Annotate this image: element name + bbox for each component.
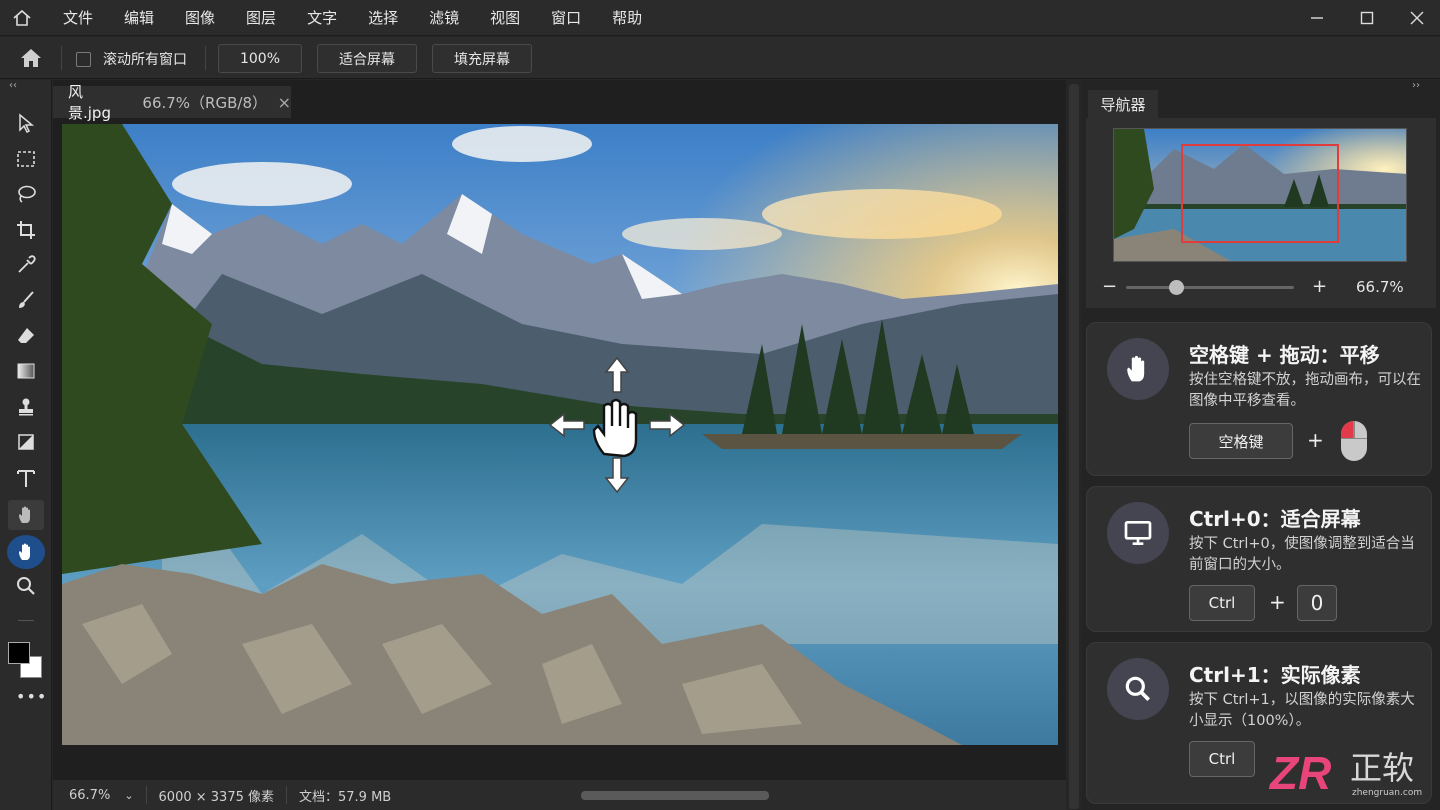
watermark-brand: 正软 [1350, 749, 1414, 787]
watermark-logo: ZR 正软 zhengruan.com [1268, 745, 1438, 805]
zoom-out-icon[interactable]: − [1102, 276, 1117, 297]
image-canvas[interactable] [62, 124, 1058, 745]
scroll-all-label: 滚动所有窗口 [103, 52, 187, 68]
magnifier-icon [1107, 658, 1169, 720]
plus-sign: + [1269, 590, 1286, 614]
navigator-tab[interactable]: 导航器 [1088, 90, 1158, 118]
gradient-tool-icon[interactable] [8, 356, 44, 386]
status-zoom[interactable]: 66.7% [69, 788, 110, 803]
menu-edit[interactable]: 编辑 [124, 7, 154, 28]
tip-title: Ctrl+1：实际像素 [1189, 663, 1361, 687]
menu-image[interactable]: 图像 [185, 7, 215, 28]
active-hand-tool-icon[interactable] [7, 535, 45, 569]
crop-tool-icon[interactable] [8, 215, 44, 245]
menu-window[interactable]: 窗口 [551, 7, 581, 28]
plus-sign: + [1307, 428, 1324, 452]
tip-card-fit-screen: Ctrl+0：适合屏幕 按下 Ctrl+0，使图像调整到适合当前窗口的大小。 C… [1086, 486, 1432, 632]
ctrl-key: Ctrl [1189, 585, 1255, 621]
ctrl-key: Ctrl [1189, 741, 1255, 777]
watermark-logo-text: ZR [1268, 747, 1331, 799]
status-dimensions: 6000 × 3375 像素 [158, 789, 274, 805]
tip-title: Ctrl+0：适合屏幕 [1189, 507, 1361, 531]
more-tools-icon[interactable]: ••• [16, 687, 47, 706]
vertical-scrollbar[interactable] [1069, 84, 1079, 809]
menu-filter[interactable]: 滤镜 [429, 7, 459, 28]
foreground-color-swatch[interactable] [8, 642, 30, 664]
type-tool-icon[interactable] [8, 463, 44, 493]
checkbox-icon[interactable] [76, 51, 91, 67]
maximize-icon[interactable] [1342, 0, 1392, 36]
home-icon[interactable] [0, 0, 44, 36]
pan-cursor-icon [548, 356, 686, 494]
menu-type[interactable]: 文字 [307, 7, 337, 28]
status-doc-size: 文档：57.9 MB [299, 789, 392, 805]
color-swatches[interactable] [8, 642, 42, 678]
brush-tool-icon[interactable] [8, 285, 44, 315]
hand-icon [1107, 338, 1169, 400]
menu-view[interactable]: 视图 [490, 7, 520, 28]
tip-card-pan: 空格键 + 拖动：平移 按住空格键不放，拖动画布，可以在图像中平移查看。 空格键… [1086, 322, 1432, 476]
eyedropper-tool-icon[interactable] [8, 250, 44, 280]
home-tool-icon[interactable] [18, 46, 44, 70]
dodge-tool-icon[interactable] [8, 427, 44, 457]
status-bar: 66.7% ⌄ 6000 × 3375 像素 文档：57.9 MB [53, 780, 1066, 810]
mouse-icon [1341, 421, 1367, 461]
tip-desc: 按下 Ctrl+1，以图像的实际像素大小显示（100%）。 [1189, 692, 1415, 729]
zero-key: 0 [1297, 585, 1337, 621]
right-panel: ›› 导航器 − + 66.7% 空格键 + 拖动：平移 按住空格键不放，拖动画… [1082, 80, 1440, 810]
navigator-zoom-value: 66.7% [1356, 278, 1404, 296]
tool-panel: ‹‹ ••• [0, 80, 52, 810]
zoom-100-button[interactable]: 100% [218, 44, 302, 73]
marquee-tool-icon[interactable] [8, 144, 44, 174]
move-tool-icon[interactable] [8, 108, 44, 138]
menu-layer[interactable]: 图层 [246, 7, 276, 28]
tip-desc: 按住空格键不放，拖动画布，可以在图像中平移查看。 [1189, 372, 1421, 409]
document-area: 风景.jpg 66.7%（RGB/8） × 66.7% ⌄ 6000 × 337… [53, 80, 1066, 810]
menu-file[interactable]: 文件 [63, 7, 93, 28]
scroll-all-windows-checkbox[interactable]: 滚动所有窗口 [76, 49, 187, 69]
horizontal-scrollbar[interactable] [581, 791, 769, 800]
navigator-zoom-row: − + 66.7% [1086, 268, 1436, 308]
hand-tool-icon[interactable] [8, 500, 44, 530]
tab-close-icon[interactable]: × [278, 93, 291, 112]
menu-select[interactable]: 选择 [368, 7, 398, 28]
collapse-icon[interactable]: ‹‹ [9, 80, 17, 91]
navigator-view-box[interactable] [1181, 144, 1339, 243]
document-name: 风景.jpg [68, 83, 111, 122]
eraser-tool-icon[interactable] [8, 321, 44, 351]
document-tab[interactable]: 风景.jpg 66.7%（RGB/8） × [53, 83, 291, 122]
fit-screen-button[interactable]: 适合屏幕 [317, 44, 417, 73]
monitor-icon [1107, 502, 1169, 564]
chevron-down-icon[interactable]: ⌄ [124, 789, 133, 802]
zoom-tool-icon[interactable] [8, 571, 44, 601]
close-icon[interactable] [1392, 0, 1440, 36]
expand-icon[interactable]: ›› [1412, 80, 1420, 91]
tip-title: 空格键 + 拖动：平移 [1189, 343, 1380, 367]
zoom-slider-track[interactable] [1126, 286, 1294, 289]
zoom-in-icon[interactable]: + [1312, 276, 1327, 297]
document-info: 66.7%（RGB/8） [142, 93, 267, 112]
navigator-thumbnail[interactable] [1113, 128, 1407, 262]
menu-bar: 文件 编辑 图像 图层 文字 选择 滤镜 视图 窗口 帮助 [0, 0, 1440, 36]
minimize-icon[interactable] [1292, 0, 1342, 36]
watermark-url: zhengruan.com [1352, 788, 1422, 798]
options-bar: 滚动所有窗口 100% 适合屏幕 填充屏幕 [0, 37, 1440, 79]
space-key: 空格键 [1189, 423, 1293, 459]
lasso-tool-icon[interactable] [8, 179, 44, 209]
toolbar-divider [18, 620, 34, 621]
stamp-tool-icon[interactable] [8, 392, 44, 422]
navigator-panel: − + 66.7% [1086, 118, 1436, 308]
zoom-slider-knob[interactable] [1168, 280, 1184, 295]
menu-help[interactable]: 帮助 [612, 7, 642, 28]
tip-desc: 按下 Ctrl+0，使图像调整到适合当前窗口的大小。 [1189, 536, 1415, 573]
fill-screen-button[interactable]: 填充屏幕 [432, 44, 532, 73]
